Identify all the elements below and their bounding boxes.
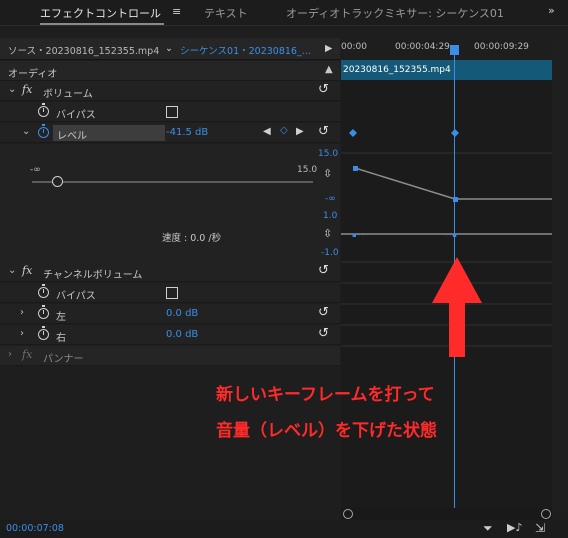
source-bar: ソース・20230816_152355.mp4 ⌄ シーケンス01・202308… <box>0 38 340 60</box>
channel-bypass-label: バイパス <box>56 291 96 302</box>
panel-menu-icon[interactable]: ≡ <box>172 5 181 18</box>
left-value[interactable]: 0.0 dB <box>166 308 198 319</box>
more-panels-icon[interactable]: » <box>548 4 555 17</box>
channel-reset-icon[interactable]: ↺ <box>318 263 329 278</box>
bypass-checkbox[interactable] <box>166 106 178 118</box>
panner-fx-icon[interactable]: fx <box>22 348 32 361</box>
level-stopwatch-icon[interactable] <box>38 124 49 138</box>
graph-top-min: -∞ <box>325 194 336 204</box>
volume-label: ボリューム <box>43 89 93 100</box>
svg-text:▪◦◦: ▪◦◦ <box>352 231 365 239</box>
scroll-end-handle[interactable] <box>541 509 551 519</box>
bypass-label: バイパス <box>56 110 96 121</box>
horizontal-scrollbar[interactable] <box>341 508 552 520</box>
svg-text:◦◦▪: ◦◦▪ <box>444 231 457 239</box>
right-channel-row[interactable]: › 右 0.0 dB ↺ <box>0 325 340 345</box>
volume-row[interactable]: ⌄ fx ボリューム ↺ <box>0 81 340 101</box>
graph-bottom-min: -1.0 <box>321 248 339 258</box>
right-stopwatch-icon[interactable] <box>38 326 49 340</box>
source-chevron-icon[interactable]: ⌄ <box>165 43 173 54</box>
active-tab-indicator <box>40 23 164 25</box>
audio-header-row: オーディオ ▲ <box>0 61 340 81</box>
channel-volume-label: チャンネルボリューム <box>43 270 143 281</box>
tab-effect-controls[interactable]: エフェクトコントロール <box>40 5 161 21</box>
channel-fx-icon[interactable]: fx <box>22 264 32 277</box>
ruler-time-2: 00:00:09:29 <box>474 42 529 52</box>
left-channel-row[interactable]: › 左 0.0 dB ↺ <box>0 304 340 324</box>
level-row[interactable]: ⌄ レベル -41.5 dB ◀ ◇ ▶ ↺ <box>0 123 340 143</box>
graph-top-max: 15.0 <box>318 149 339 159</box>
channel-volume-row[interactable]: ⌄ fx チャンネルボリューム ↺ <box>0 262 340 282</box>
next-keyframe-icon[interactable]: ▶ <box>296 126 304 137</box>
export-icon[interactable]: ⇲ <box>535 521 545 535</box>
fx-icon[interactable]: fx <box>22 83 32 96</box>
annotation-line-2: 音量（レベル）を下げた状態 <box>216 421 437 441</box>
prev-keyframe-icon[interactable]: ◀ <box>263 126 271 137</box>
level-slider-panel <box>0 144 340 262</box>
level-reset-icon[interactable]: ↺ <box>318 124 329 139</box>
clip-name: 20230816_152355.mp4 <box>343 65 451 75</box>
panner-label: パンナー <box>43 354 84 365</box>
annotation-arrow <box>432 257 482 357</box>
slider-min-label: -∞ <box>30 165 41 175</box>
annotation-line-1: 新しいキーフレームを打って <box>216 385 435 405</box>
left-stopwatch-icon[interactable] <box>38 305 49 319</box>
right-chevron-icon[interactable]: › <box>20 328 24 339</box>
right-reset-icon[interactable]: ↺ <box>318 326 329 341</box>
collapse-up-icon[interactable]: ▲ <box>325 64 333 75</box>
audio-header-label: オーディオ <box>8 69 58 80</box>
ruler-time-0: 00:00 <box>341 42 367 52</box>
bypass-row: バイパス <box>0 102 340 122</box>
left-label: 左 <box>56 312 66 323</box>
channel-bypass-row: バイパス <box>0 283 340 303</box>
current-timecode[interactable]: 00:00:07:08 <box>6 523 64 534</box>
reset-icon[interactable]: ↺ <box>318 82 329 97</box>
play-audio-icon[interactable]: ▶♪ <box>507 521 522 534</box>
slider-max-label: 15.0 <box>297 165 318 175</box>
filter-icon[interactable]: ⏷ <box>483 521 493 536</box>
timeline-ruler[interactable]: 00:00 00:00:04:29 00:00:09:29 <box>341 38 552 60</box>
right-label: 右 <box>56 333 66 344</box>
graph-bottom-max: 1.0 <box>323 211 338 221</box>
ruler-time-1: 00:00:04:29 <box>395 42 450 52</box>
panner-row[interactable]: › fx パンナー <box>0 346 340 366</box>
playhead-handle[interactable] <box>450 45 459 55</box>
channel-bypass-stopwatch-icon[interactable] <box>38 284 49 298</box>
sequence-label[interactable]: シーケンス01・20230816_... <box>180 43 311 57</box>
level-label: レベル <box>57 131 87 142</box>
channel-volume-chevron-icon[interactable]: ⌄ <box>8 265 16 276</box>
level-value[interactable]: -41.5 dB <box>166 127 208 138</box>
left-reset-icon[interactable]: ↺ <box>318 305 329 320</box>
panner-chevron-icon[interactable]: › <box>8 349 12 360</box>
add-keyframe-icon[interactable]: ◇ <box>280 125 288 136</box>
graph-fit-icon[interactable]: ⇳ <box>323 167 332 180</box>
level-point-1 <box>353 166 358 171</box>
velocity-fit-icon[interactable]: ⇳ <box>323 227 332 240</box>
right-value[interactable]: 0.0 dB <box>166 329 198 340</box>
channel-bypass-checkbox[interactable] <box>166 287 178 299</box>
play-icon[interactable]: ▶ <box>325 43 332 54</box>
scroll-start-handle[interactable] <box>343 509 353 519</box>
level-chevron-icon[interactable]: ⌄ <box>22 126 30 137</box>
volume-chevron-icon[interactable]: ⌄ <box>8 84 16 95</box>
tab-text[interactable]: テキスト <box>204 5 248 21</box>
level-slider-track[interactable] <box>32 181 313 183</box>
keyframe-2-icon <box>451 129 459 137</box>
source-label[interactable]: ソース・20230816_152355.mp4 <box>8 43 159 57</box>
stopwatch-icon[interactable] <box>38 103 49 117</box>
keyframe-1-icon <box>349 129 357 137</box>
vertical-scrollbar[interactable] <box>552 38 568 512</box>
speed-label: 速度 : 0.0 /秒 <box>162 233 222 244</box>
tab-audio-track-mixer[interactable]: オーディオトラックミキサー: シーケンス01 <box>286 5 504 21</box>
left-chevron-icon[interactable]: › <box>20 307 24 318</box>
